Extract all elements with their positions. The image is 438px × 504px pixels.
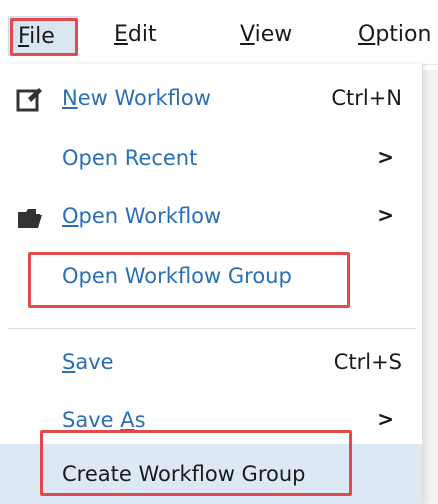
submenu-arrow-icon: > <box>377 145 394 169</box>
mnemonic: N <box>62 86 78 110</box>
menu-label: ption <box>375 22 432 47</box>
menu-label: ile <box>29 24 55 49</box>
mnemonic: E <box>114 22 128 47</box>
mnemonic: O <box>62 204 79 228</box>
menu-edit[interactable]: Edit <box>114 22 157 47</box>
label-text: s <box>134 408 146 432</box>
edit-icon <box>16 88 42 112</box>
menu-item-save[interactable]: Save Ctrl+S <box>0 336 422 392</box>
menu-separator <box>8 328 416 329</box>
create-workflow-group-callout-box <box>40 430 352 496</box>
folder-open-icon <box>18 209 42 228</box>
mnemonic: V <box>240 22 255 47</box>
menu-bar: File Edit View Option <box>0 0 438 65</box>
submenu-arrow-icon: > <box>377 203 394 227</box>
menu-item-label: Open Recent <box>62 146 198 170</box>
menu-file[interactable]: File <box>18 24 55 49</box>
menu-label: iew <box>254 22 293 47</box>
label-text: pen Workflow <box>78 204 222 228</box>
menu-item-new-workflow[interactable]: New Workflow Ctrl+N <box>0 72 422 128</box>
menu-view[interactable]: View <box>240 22 292 47</box>
label-text: Save <box>62 408 121 432</box>
menu-item-open-recent[interactable]: Open Recent > <box>0 132 422 188</box>
shortcut-text: Ctrl+S <box>333 350 402 374</box>
submenu-arrow-icon: > <box>377 407 394 431</box>
menu-item-label: Save As <box>62 408 146 432</box>
menu-item-label: Save <box>62 350 114 374</box>
open-workflow-group-callout-box <box>28 252 350 308</box>
menu-label: dit <box>127 22 157 47</box>
mnemonic: A <box>120 408 135 432</box>
mnemonic: S <box>62 350 76 374</box>
menu-options[interactable]: Option <box>358 22 431 47</box>
screenshot-frame: File Edit View Option New Workflow Ctrl+… <box>0 0 438 504</box>
shortcut-text: Ctrl+N <box>331 86 402 110</box>
mnemonic: F <box>18 24 30 49</box>
file-dropdown-menu: New Workflow Ctrl+N Open Recent > Open W… <box>0 64 423 504</box>
menu-item-open-workflow[interactable]: Open Workflow > <box>0 190 422 246</box>
label-text: ew Workflow <box>77 86 211 110</box>
mnemonic: O <box>358 22 376 47</box>
menu-item-label: New Workflow <box>62 86 211 110</box>
menu-item-label: Open Workflow <box>62 204 221 228</box>
label-text: ave <box>75 350 114 374</box>
